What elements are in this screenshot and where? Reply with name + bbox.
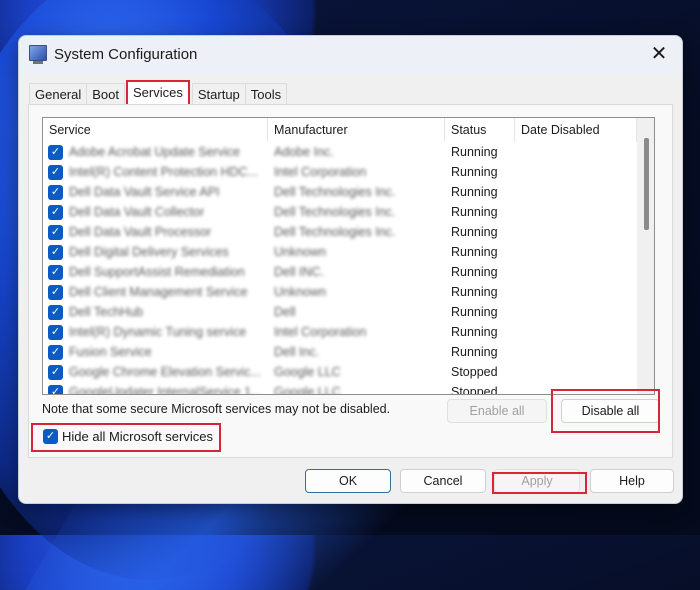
hide-microsoft-services-checkbox[interactable]: ✓ Hide all Microsoft services	[43, 429, 213, 444]
service-manufacturer: Dell INC.	[274, 265, 325, 279]
service-row[interactable]: ✓ Google Chrome Elevation Servic... Google…	[43, 362, 637, 382]
service-row[interactable]: ✓ Adobe Acrobat Update Service Adobe Inc. R…	[43, 142, 637, 162]
apply-button[interactable]: Apply	[494, 469, 580, 493]
service-manufacturer: Dell	[274, 305, 296, 319]
service-status: Stopped	[451, 385, 498, 395]
enable-all-button[interactable]: Enable all	[447, 399, 547, 423]
vertical-scrollbar[interactable]	[637, 118, 654, 394]
ok-button[interactable]: OK	[305, 469, 391, 493]
service-status: Running	[451, 225, 498, 239]
service-status: Running	[451, 285, 498, 299]
column-header-service[interactable]: Service	[43, 118, 268, 142]
service-manufacturer: Google LLC	[274, 385, 341, 395]
service-name: Fusion Service	[69, 345, 152, 359]
tab-general[interactable]: General	[29, 83, 88, 106]
title-bar: System Configuration ✕	[19, 36, 682, 74]
service-manufacturer: Intel Corporation	[274, 165, 367, 179]
service-name: Dell Data Vault Collector	[69, 205, 205, 219]
services-list: Service Manufacturer Status Date Disable…	[42, 117, 655, 395]
window-title: System Configuration	[54, 46, 198, 63]
service-manufacturer: Unknown	[274, 245, 327, 259]
service-checkbox[interactable]: ✓	[48, 364, 63, 380]
service-name: Dell Data Vault Processor	[69, 225, 212, 239]
service-status: Running	[451, 265, 498, 279]
services-panel: Service Manufacturer Status Date Disable…	[28, 104, 673, 458]
cancel-button[interactable]: Cancel	[400, 469, 486, 493]
system-configuration-dialog: System Configuration ✕ General Boot Serv…	[18, 35, 683, 504]
service-row[interactable]: ✓ Intel(R) Dynamic Tuning service Intel Co…	[43, 322, 637, 342]
service-name: Google Chrome Elevation Servic...	[69, 365, 261, 379]
service-row[interactable]: ✓ Dell Data Vault Service API Dell Technol…	[43, 182, 637, 202]
service-manufacturer: Dell Technologies Inc.	[274, 225, 396, 239]
service-status: Stopped	[451, 365, 498, 379]
close-button[interactable]: ✕	[644, 41, 674, 67]
service-checkbox[interactable]: ✓	[48, 384, 63, 394]
tab-bar: General Boot Services Startup Tools	[29, 80, 288, 109]
service-checkbox[interactable]: ✓	[48, 164, 63, 180]
service-row[interactable]: ✓ Intel(R) Content Protection HDC... Intel…	[43, 162, 637, 182]
service-status: Running	[451, 305, 498, 319]
service-name: Dell TechHub	[69, 305, 144, 319]
service-status: Running	[451, 165, 498, 179]
service-status: Running	[451, 145, 498, 159]
hide-microsoft-services-label: Hide all Microsoft services	[62, 429, 213, 444]
help-button[interactable]: Help	[590, 469, 674, 493]
scrollbar-thumb[interactable]	[644, 138, 649, 230]
column-header-status[interactable]: Status	[445, 118, 515, 142]
service-status: Running	[451, 325, 498, 339]
checkbox-checked-icon[interactable]: ✓	[43, 429, 58, 444]
service-row[interactable]: ✓ Dell Digital Delivery Services Unknown Ru…	[43, 242, 637, 262]
msconfig-app-icon	[29, 45, 47, 64]
tab-tools[interactable]: Tools	[244, 83, 288, 106]
service-manufacturer: Google LLC	[274, 365, 341, 379]
note-text: Note that some secure Microsoft services…	[42, 402, 391, 416]
service-checkbox[interactable]: ✓	[48, 264, 63, 280]
list-rows: ✓ Adobe Acrobat Update Service Adobe Inc. R…	[43, 142, 637, 395]
tab-startup[interactable]: Startup	[191, 83, 246, 106]
service-checkbox[interactable]: ✓	[48, 184, 63, 200]
close-icon: ✕	[650, 43, 668, 65]
service-row[interactable]: ✓ Dell TechHub Dell Running	[43, 302, 637, 322]
service-checkbox[interactable]: ✓	[48, 344, 63, 360]
service-row[interactable]: ✓ Fusion Service Dell Inc. Running	[43, 342, 637, 362]
service-checkbox[interactable]: ✓	[48, 284, 63, 300]
service-name: GoogleUpdater InternalService 1...	[69, 385, 262, 395]
service-checkbox[interactable]: ✓	[48, 144, 63, 160]
column-header-manufacturer[interactable]: Manufacturer	[268, 118, 445, 142]
service-name: Dell Digital Delivery Services	[69, 245, 229, 259]
service-row[interactable]: ✓ Dell Data Vault Collector Dell Technolog…	[43, 202, 637, 222]
service-manufacturer: Dell Technologies Inc.	[274, 185, 396, 199]
service-checkbox[interactable]: ✓	[48, 244, 63, 260]
service-status: Running	[451, 245, 498, 259]
list-header: Service Manufacturer Status Date Disable…	[43, 118, 637, 142]
service-name: Dell Client Management Service	[69, 285, 248, 299]
disable-all-button[interactable]: Disable all	[561, 399, 660, 423]
service-manufacturer: Dell Technologies Inc.	[274, 205, 396, 219]
service-row[interactable]: ✓ GoogleUpdater InternalService 1... Googl…	[43, 382, 637, 395]
service-name: Dell SupportAssist Remediation	[69, 265, 245, 279]
service-name: Intel(R) Dynamic Tuning service	[69, 325, 247, 339]
service-status: Running	[451, 205, 498, 219]
service-name: Dell Data Vault Service API	[69, 185, 220, 199]
service-checkbox[interactable]: ✓	[48, 224, 63, 240]
service-row[interactable]: ✓ Dell Data Vault Processor Dell Technolog…	[43, 222, 637, 242]
service-checkbox[interactable]: ✓	[48, 324, 63, 340]
service-manufacturer: Dell Inc.	[274, 345, 320, 359]
tab-boot[interactable]: Boot	[86, 83, 125, 106]
service-status: Running	[451, 185, 498, 199]
service-checkbox[interactable]: ✓	[48, 304, 63, 320]
service-manufacturer: Intel Corporation	[274, 325, 367, 339]
service-checkbox[interactable]: ✓	[48, 204, 63, 220]
column-header-date-disabled[interactable]: Date Disabled	[515, 118, 637, 142]
service-row[interactable]: ✓ Dell SupportAssist Remediation Dell INC.…	[43, 262, 637, 282]
service-manufacturer: Unknown	[274, 285, 327, 299]
service-manufacturer: Adobe Inc.	[274, 145, 334, 159]
service-status: Running	[451, 345, 498, 359]
service-name: Adobe Acrobat Update Service	[69, 145, 240, 159]
service-row[interactable]: ✓ Dell Client Management Service Unknown Ru…	[43, 282, 637, 302]
service-name: Intel(R) Content Protection HDC...	[69, 165, 258, 179]
